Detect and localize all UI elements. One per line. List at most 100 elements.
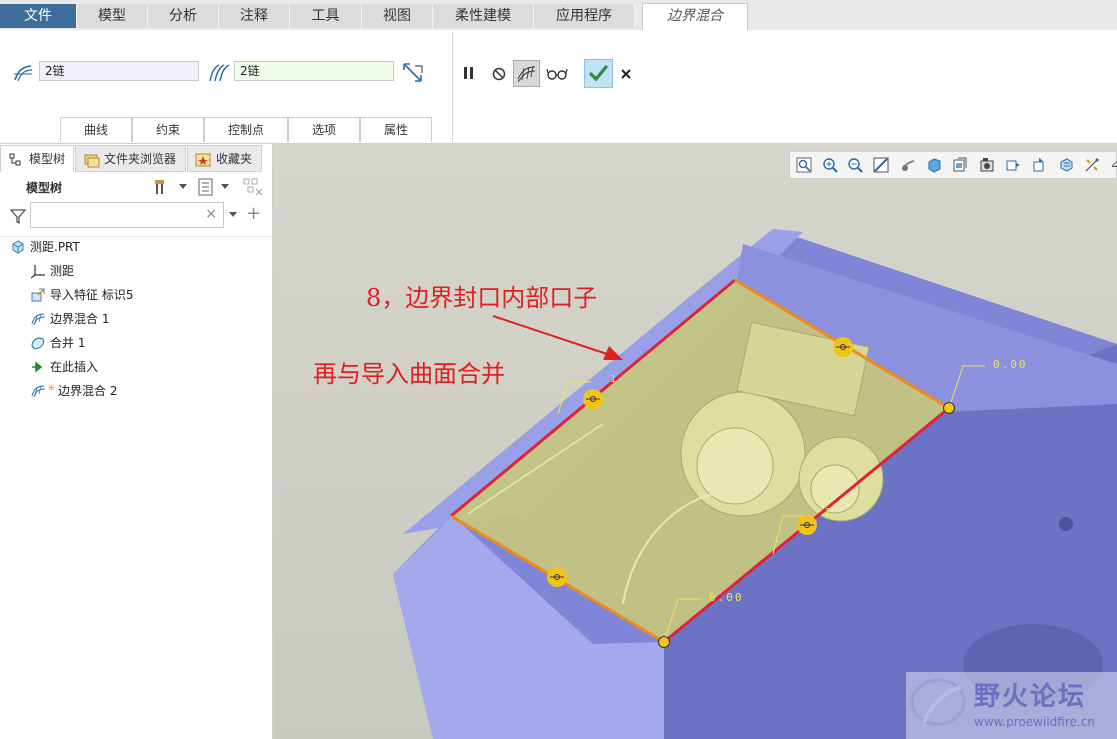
display-style-icon[interactable] (926, 157, 942, 173)
ribbon-tab-bar: 文件 模型 分析 注释 工具 视图 柔性建模 应用程序 边界混合 (0, 0, 1117, 31)
subtab-properties[interactable]: 属性 (360, 117, 432, 142)
forum-watermark: 野火论坛 www.proewildfire.cn (906, 672, 1117, 739)
insert-here-arrow-icon (32, 361, 43, 373)
second-direction-chain-field[interactable]: 2链 (234, 61, 394, 81)
tree-item-label: 测距.PRT (30, 240, 80, 254)
ribbon-separator (452, 32, 453, 142)
dimension-value-top[interactable]: 0.00 (993, 358, 1028, 371)
drag-handle[interactable] (583, 389, 603, 409)
annotation-arrow-line (492, 315, 614, 357)
tree-item-label: 边界混合 1 (50, 312, 110, 326)
chevron-down-icon[interactable] (228, 211, 238, 219)
clear-search-icon[interactable]: × (205, 206, 217, 222)
boundary-blend-new-icon (31, 385, 46, 398)
subtab-constraints[interactable]: 约束 (132, 117, 204, 142)
chevron-down-icon[interactable] (220, 183, 230, 191)
confirm-button[interactable] (584, 59, 613, 88)
annotation-display-icon[interactable] (1058, 157, 1074, 173)
spin-center-icon[interactable] (900, 157, 916, 173)
model-tree-header: 模型树 (26, 181, 63, 195)
zoom-out-icon[interactable] (847, 157, 863, 173)
tab-boundary-blend[interactable]: 边界混合 (642, 3, 748, 31)
chain-vertex[interactable] (943, 402, 955, 414)
repaint-icon[interactable] (873, 157, 889, 173)
tab-analysis[interactable]: 分析 (148, 4, 219, 28)
drag-handle[interactable] (547, 567, 567, 587)
graphics-viewport[interactable]: 8，边界封口内部口子 再与导入曲面合并 0.00 0.00 1 2 (273, 144, 1117, 739)
merge-icon (31, 337, 45, 350)
csys-icon (30, 265, 45, 279)
tab-folder-browser-label: 文件夹浏览器 (104, 152, 177, 166)
watermark-title: 野火论坛 (974, 682, 1087, 712)
preview-mesh-icon (517, 65, 536, 83)
new-feature-asterisk-icon: ✳ (47, 383, 56, 394)
folder-browser-icon (84, 154, 100, 168)
tab-tools[interactable]: 工具 (290, 4, 362, 28)
tab-model[interactable]: 模型 (77, 4, 148, 28)
chain-vertex[interactable] (658, 636, 670, 648)
filter-icon[interactable] (9, 207, 27, 225)
saved-views-icon[interactable] (952, 157, 968, 173)
annotation-arrow-head (603, 346, 623, 360)
chain-marker-2: 2 (825, 507, 832, 518)
toggle-direction-icon[interactable] (401, 61, 425, 85)
tree-item-label: 导入特征 标识5 (50, 288, 134, 302)
tab-favorites[interactable]: 收藏夹 (187, 145, 262, 172)
boundary-blend-icon (31, 313, 46, 326)
tree-item-label: 合并 1 (50, 336, 86, 350)
ribbon-panel: 2链 2链 曲线 约束 控制点 选项 属性 (0, 30, 1117, 144)
navigator-panel: 模型树 文件夹浏览器 收藏夹 模型树 × + 测距.PRT 测距 导入特征 标识… (0, 144, 273, 739)
tab-favorites-label: 收藏夹 (216, 152, 253, 166)
datum-display-filter-icon[interactable] (1084, 157, 1100, 173)
subtab-options[interactable]: 选项 (288, 117, 360, 142)
model-tree-search-input[interactable]: × (30, 202, 224, 228)
tree-item-label: 在此插入 (50, 360, 99, 374)
favorites-icon (195, 153, 211, 167)
tab-model-tree-label: 模型树 (29, 152, 66, 166)
second-direction-icon (209, 64, 230, 82)
zoom-in-icon[interactable] (822, 157, 838, 173)
tab-applications[interactable]: 应用程序 (534, 4, 635, 28)
part-icon (12, 240, 24, 254)
tree-item-label: 边界混合 2 (58, 384, 118, 398)
dimension-value-bottom[interactable]: 0.00 (709, 591, 744, 604)
first-direction-icon (14, 65, 33, 82)
tab-view[interactable]: 视图 (362, 4, 433, 28)
tree-filter-options-icon[interactable] (242, 177, 264, 197)
annotation-text-line2: 再与导入曲面合并 (313, 360, 505, 388)
subtab-control-points[interactable]: 控制点 (204, 117, 288, 142)
show-columns-icon[interactable] (196, 177, 216, 197)
view-manager-icon[interactable] (979, 157, 995, 173)
add-filter-icon[interactable]: + (246, 203, 261, 224)
settings-tools-icon[interactable] (153, 177, 173, 197)
chevron-down-icon[interactable] (178, 183, 188, 191)
tree-item-label: 测距 (50, 264, 75, 278)
chain-marker-1: 1 (610, 374, 617, 385)
perspective-view-icon[interactable] (1005, 157, 1021, 173)
drag-handle[interactable] (797, 515, 817, 535)
tab-file[interactable]: 文件 (0, 4, 77, 28)
import-feature-icon (31, 288, 45, 302)
graphics-toolbar: ⊿ (789, 151, 1117, 179)
tab-flexible-modeling[interactable]: 柔性建模 (433, 4, 534, 28)
verify-glasses-icon[interactable] (546, 66, 568, 82)
spin-icon[interactable] (1031, 157, 1047, 173)
check-icon (589, 65, 608, 82)
annotation-text-line1: 8，边界封口内部口子 (366, 284, 598, 312)
cancel-x-icon[interactable] (619, 67, 633, 81)
first-direction-chain-field[interactable]: 2链 (39, 61, 199, 81)
no-preview-icon[interactable] (491, 66, 507, 82)
watermark-url: www.proewildfire.cn (974, 715, 1095, 729)
tab-model-tree[interactable]: 模型树 (0, 145, 74, 172)
geometry-preview-toggle[interactable] (513, 60, 540, 87)
model-small-hole (1059, 517, 1073, 531)
subtab-curves[interactable]: 曲线 (60, 117, 132, 142)
refit-icon[interactable] (796, 157, 812, 173)
drag-handle[interactable] (833, 337, 853, 357)
thread-bore (696, 427, 774, 505)
toolbar-overflow-icon[interactable]: ⊿ (1110, 155, 1117, 171)
tab-folder-browser[interactable]: 文件夹浏览器 (75, 145, 186, 172)
pause-icon[interactable] (462, 65, 476, 81)
model-render (393, 229, 1117, 739)
tab-annotate[interactable]: 注释 (219, 4, 290, 28)
